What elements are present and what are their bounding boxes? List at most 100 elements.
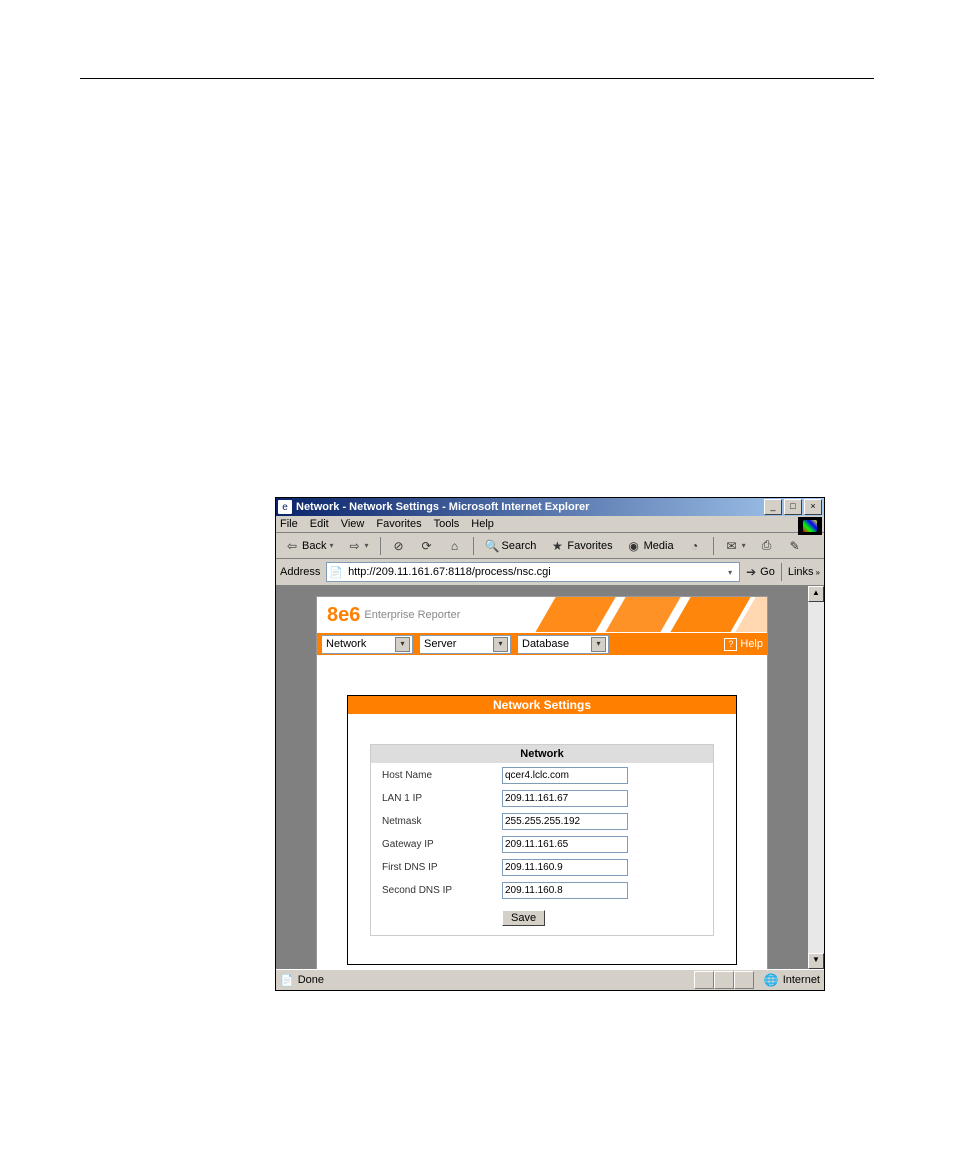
save-button[interactable]: Save <box>502 910 545 926</box>
label-netmask: Netmask <box>382 816 502 827</box>
scroll-track[interactable] <box>808 602 824 953</box>
separator <box>473 537 474 555</box>
refresh-icon: ⟳ <box>420 539 434 553</box>
menu-favorites[interactable]: Favorites <box>376 518 421 530</box>
search-icon: 🔍 <box>485 539 499 553</box>
mail-button[interactable]: ✉▾ <box>720 537 751 555</box>
status-cell <box>714 971 734 989</box>
media-icon: ◉ <box>627 539 641 553</box>
minimize-button[interactable]: _ <box>764 499 782 515</box>
titlebar: e Network - Network Settings - Microsoft… <box>276 498 824 516</box>
row-lan1: LAN 1 IP <box>372 787 712 810</box>
close-button[interactable]: × <box>804 499 822 515</box>
zone-text: Internet <box>783 974 820 986</box>
input-netmask[interactable] <box>502 813 628 830</box>
chevron-down-icon: ▾ <box>395 637 410 652</box>
globe-icon: 🌐 <box>764 973 779 987</box>
scroll-up-icon[interactable]: ▲ <box>808 586 824 602</box>
ie-throbber-icon <box>798 517 822 535</box>
label-gateway: Gateway IP <box>382 839 502 850</box>
forward-arrow-icon: ⇨ <box>347 539 361 553</box>
back-arrow-icon: ⇦ <box>285 539 299 553</box>
input-gateway[interactable] <box>502 836 628 853</box>
menu-edit[interactable]: Edit <box>310 518 329 530</box>
address-input[interactable] <box>346 565 720 579</box>
network-table: Network Host Name LAN 1 IP <box>370 744 714 936</box>
status-cell <box>734 971 754 989</box>
chevron-right-icon: » <box>816 568 820 577</box>
section-header: Network <box>371 745 714 764</box>
page-icon: 📄 <box>329 566 343 579</box>
status-cell <box>694 971 714 989</box>
edit-icon: ✎ <box>788 539 802 553</box>
history-button[interactable]: ◔ <box>683 537 707 555</box>
chevron-down-icon[interactable]: ▾ <box>723 568 737 577</box>
menu-view[interactable]: View <box>341 518 365 530</box>
media-button[interactable]: ◉ Media <box>622 537 679 555</box>
row-gateway: Gateway IP <box>372 833 712 856</box>
separator <box>713 537 714 555</box>
home-icon: ⌂ <box>448 539 462 553</box>
separator <box>380 537 381 555</box>
scrollbar[interactable]: ▲ ▼ <box>807 586 824 969</box>
search-button[interactable]: 🔍 Search <box>480 537 542 555</box>
server-dropdown[interactable]: Server ▾ <box>419 635 511 654</box>
refresh-button[interactable]: ⟳ <box>415 537 439 555</box>
label-dns2: Second DNS IP <box>382 885 502 896</box>
separator <box>781 563 782 581</box>
status-text: Done <box>298 974 324 986</box>
help-icon: ? <box>724 638 737 651</box>
row-dns1: First DNS IP <box>372 856 712 879</box>
settings-panel: Network Settings Network Host Name LAN 1 <box>347 695 737 965</box>
row-dns2: Second DNS IP <box>372 879 712 902</box>
print-button[interactable]: ⎙ <box>755 536 779 555</box>
menu-help[interactable]: Help <box>471 518 494 530</box>
links-button[interactable]: Links » <box>788 566 820 578</box>
page-divider <box>80 78 874 79</box>
row-netmask: Netmask <box>372 810 712 833</box>
network-dropdown[interactable]: Network ▾ <box>321 635 413 654</box>
input-host[interactable] <box>502 767 628 784</box>
menu-file[interactable]: File <box>280 518 298 530</box>
label-dns1: First DNS IP <box>382 862 502 873</box>
stop-icon: ⊘ <box>392 539 406 553</box>
address-label: Address <box>280 566 320 578</box>
page-icon: 📄 <box>280 974 294 987</box>
panel-title: Network Settings <box>348 696 736 714</box>
home-button[interactable]: ⌂ <box>443 537 467 555</box>
back-button[interactable]: ⇦ Back ▾ <box>280 537 338 555</box>
brand-tagline: Enterprise Reporter <box>364 609 460 621</box>
app-frame: 8e6 Enterprise Reporter Network ▾ Server… <box>316 596 768 969</box>
chevron-down-icon: ▾ <box>591 637 606 652</box>
go-icon: ➔ <box>744 565 758 579</box>
nav-row: Network ▾ Server ▾ Database ▾ ? Help <box>317 633 767 655</box>
database-dropdown[interactable]: Database ▾ <box>517 635 609 654</box>
input-dns2[interactable] <box>502 882 628 899</box>
brand-graphic <box>517 597 767 633</box>
brand-logo: 8e6 <box>327 604 360 627</box>
label-host: Host Name <box>382 770 502 781</box>
favorites-button[interactable]: ★ Favorites <box>545 537 617 555</box>
address-input-wrap[interactable]: 📄 ▾ <box>326 562 740 582</box>
forward-button[interactable]: ⇨ ▾ <box>342 537 373 555</box>
edit-button[interactable]: ✎ <box>783 537 807 555</box>
brand-bar: 8e6 Enterprise Reporter <box>317 597 767 633</box>
chevron-down-icon: ▾ <box>364 541 368 550</box>
scroll-down-icon[interactable]: ▼ <box>808 953 824 969</box>
panel-wrap: Network Settings Network Host Name LAN 1 <box>317 655 767 969</box>
print-icon: ⎙ <box>760 538 774 553</box>
star-icon: ★ <box>550 539 564 553</box>
chevron-down-icon: ▾ <box>493 637 508 652</box>
address-bar: Address 📄 ▾ ➔ Go Links » <box>276 559 824 586</box>
statusbar: 📄 Done 🌐 Internet <box>276 969 824 990</box>
chevron-down-icon: ▾ <box>742 541 746 550</box>
menu-tools[interactable]: Tools <box>434 518 460 530</box>
maximize-button[interactable]: □ <box>784 499 802 515</box>
help-link[interactable]: ? Help <box>724 638 763 651</box>
input-lan1[interactable] <box>502 790 628 807</box>
stop-button[interactable]: ⊘ <box>387 537 411 555</box>
input-dns1[interactable] <box>502 859 628 876</box>
browser-window: e Network - Network Settings - Microsoft… <box>275 497 825 991</box>
mail-icon: ✉ <box>725 539 739 553</box>
go-button[interactable]: ➔ Go <box>744 565 775 579</box>
